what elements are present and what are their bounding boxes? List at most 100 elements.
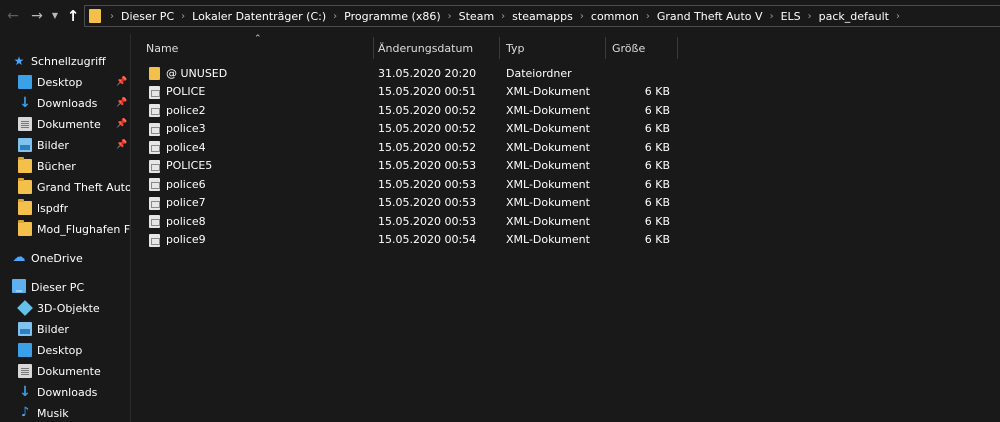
sidebar-item-pc-desktop[interactable]: Desktop (0, 340, 130, 360)
sidebar-item-lspdfr[interactable]: lspdfr (0, 198, 130, 218)
file-date: 31.05.2020 20:20 (378, 66, 477, 80)
sidebar-item-label: Musik (37, 406, 69, 420)
up-arrow-icon[interactable]: ↑ (65, 7, 81, 25)
xml-file-icon (149, 122, 160, 136)
xml-file-icon (149, 141, 160, 154)
file-type: Dateiordner (506, 66, 572, 80)
chevron-right-icon[interactable]: › (174, 11, 192, 22)
breadcrumb-dieser-pc[interactable]: Dieser PC (121, 10, 174, 23)
file-row[interactable]: police9 15.05.2020 00:54 XML-Dokument 6 … (132, 231, 678, 250)
recent-locations-chevron-icon[interactable]: ▼ (50, 7, 60, 25)
breadcrumb-pack-default[interactable]: pack_default (819, 10, 889, 23)
sidebar-item-pc-downloads[interactable]: ↓ Downloads (0, 382, 130, 402)
chevron-right-icon[interactable]: › (103, 11, 121, 22)
sidebar-item-buecher[interactable]: Bücher (0, 156, 130, 176)
breadcrumb-gta-v[interactable]: Grand Theft Auto V (657, 10, 763, 23)
sidebar-item-bilder[interactable]: Bilder 📌 (0, 135, 130, 155)
file-size: 6 KB (644, 140, 670, 154)
back-arrow-icon[interactable]: ← (5, 7, 21, 25)
navigation-pane: ★ Schnellzugriff Desktop 📌 ↓ Downloads 📌… (0, 34, 131, 422)
file-type: XML-Dokument (506, 214, 590, 228)
file-row[interactable]: police3 15.05.2020 00:52 XML-Dokument 6 … (132, 120, 678, 139)
folder-icon (18, 157, 32, 173)
file-type: XML-Dokument (506, 196, 590, 210)
sidebar-item-label: Bücher (37, 159, 76, 173)
chevron-right-icon[interactable]: › (639, 11, 657, 22)
breadcrumb-els[interactable]: ELS (781, 10, 801, 23)
chevron-right-icon[interactable]: › (326, 11, 344, 22)
sidebar-item-label: Downloads (37, 96, 98, 110)
sidebar-item-downloads[interactable]: ↓ Downloads 📌 (0, 93, 130, 113)
chevron-right-icon[interactable]: › (763, 11, 781, 22)
file-date: 15.05.2020 00:53 (378, 196, 477, 210)
column-header-size[interactable]: Größe (606, 37, 678, 59)
file-list: ⌃ Name Änderungsdatum Typ Größe @ UNUSED… (132, 34, 1000, 422)
file-size: 6 KB (644, 233, 670, 247)
pin-icon[interactable]: 📌 (116, 77, 127, 87)
file-type: XML-Dokument (506, 177, 590, 191)
address-bar[interactable]: › Dieser PC › Lokaler Datenträger (C:) ›… (84, 5, 1000, 27)
file-name: police2 (166, 103, 206, 117)
file-type: XML-Dokument (506, 159, 590, 173)
file-date: 15.05.2020 00:51 (378, 85, 477, 99)
file-name: @ UNUSED (166, 66, 228, 80)
breadcrumb-programme-x86[interactable]: Programme (x86) (344, 10, 440, 23)
file-row[interactable]: police6 15.05.2020 00:53 XML-Dokument 6 … (132, 175, 678, 194)
file-row[interactable]: POLICE5 15.05.2020 00:53 XML-Dokument 6 … (132, 157, 678, 176)
sidebar-item-dokumente[interactable]: Dokumente 📌 (0, 114, 130, 134)
file-date: 15.05.2020 00:53 (378, 214, 477, 228)
chevron-right-icon[interactable]: › (441, 11, 459, 22)
file-type: XML-Dokument (506, 103, 590, 117)
xml-file-icon (149, 104, 160, 117)
sidebar-item-pc-dokumente[interactable]: Dokumente (0, 361, 130, 381)
sidebar-item-label: Desktop (37, 75, 83, 89)
file-row[interactable]: police7 15.05.2020 00:53 XML-Dokument 6 … (132, 194, 678, 213)
sidebar-item-label: Dokumente (37, 117, 101, 131)
pictures-icon (18, 138, 32, 152)
folder-icon (89, 9, 101, 23)
chevron-right-icon[interactable]: › (573, 11, 591, 22)
forward-arrow-icon[interactable]: → (29, 7, 45, 25)
breadcrumb-lokaler-datentraeger[interactable]: Lokaler Datenträger (C:) (192, 10, 326, 23)
file-date: 15.05.2020 00:53 (378, 177, 477, 191)
music-icon: ♪ (20, 405, 30, 420)
pin-icon[interactable]: 📌 (116, 119, 127, 129)
column-header-type[interactable]: Typ (500, 37, 606, 59)
sidebar-item-gta-v[interactable]: Grand Theft Auto V (0, 177, 131, 197)
xml-file-icon (149, 159, 160, 173)
sidebar-item-mod-flughafen[interactable]: Mod_Flughafen FFM (0, 219, 130, 239)
file-row[interactable]: police4 15.05.2020 00:52 XML-Dokument 6 … (132, 138, 678, 157)
sidebar-item-musik[interactable]: ♪ Musik (0, 403, 130, 422)
breadcrumb-steam[interactable]: Steam (459, 10, 495, 23)
file-date: 15.05.2020 00:52 (378, 103, 477, 117)
file-row[interactable]: @ UNUSED 31.05.2020 20:20 Dateiordner (132, 64, 678, 83)
breadcrumb-common[interactable]: common (591, 10, 639, 23)
file-row[interactable]: police2 15.05.2020 00:52 XML-Dokument 6 … (132, 101, 678, 120)
file-row[interactable]: POLICE 15.05.2020 00:51 XML-Dokument 6 K… (132, 83, 678, 102)
sidebar-quick-access[interactable]: ★ Schnellzugriff (0, 51, 130, 71)
file-size: 6 KB (644, 214, 670, 228)
document-icon (18, 364, 32, 378)
sidebar-item-3d-objekte[interactable]: 3D-Objekte (0, 298, 130, 318)
sidebar-this-pc[interactable]: Dieser PC (0, 277, 130, 297)
sidebar-item-desktop[interactable]: Desktop 📌 (0, 72, 130, 92)
breadcrumb-steamapps[interactable]: steamapps (512, 10, 573, 23)
desktop-icon (18, 343, 32, 357)
file-row[interactable]: police8 15.05.2020 00:53 XML-Dokument 6 … (132, 212, 678, 231)
column-header-date[interactable]: Änderungsdatum (374, 37, 500, 59)
xml-file-icon (149, 196, 160, 210)
file-size: 6 KB (644, 85, 670, 99)
sidebar-item-label: Grand Theft Auto V (37, 180, 131, 194)
chevron-right-icon[interactable]: › (494, 11, 512, 22)
chevron-right-icon[interactable]: › (889, 11, 907, 22)
sidebar-item-pc-bilder[interactable]: Bilder (0, 319, 130, 339)
sidebar-onedrive[interactable]: ☁ OneDrive (0, 248, 130, 268)
column-header-name[interactable]: Name (132, 37, 374, 59)
file-size: 6 KB (644, 122, 670, 136)
xml-file-icon (149, 233, 160, 247)
sidebar-item-label: Desktop (37, 343, 83, 357)
chevron-right-icon[interactable]: › (801, 11, 819, 22)
sidebar-item-label: lspdfr (37, 201, 69, 215)
pin-icon[interactable]: 📌 (116, 140, 127, 150)
pin-icon[interactable]: 📌 (116, 98, 127, 108)
